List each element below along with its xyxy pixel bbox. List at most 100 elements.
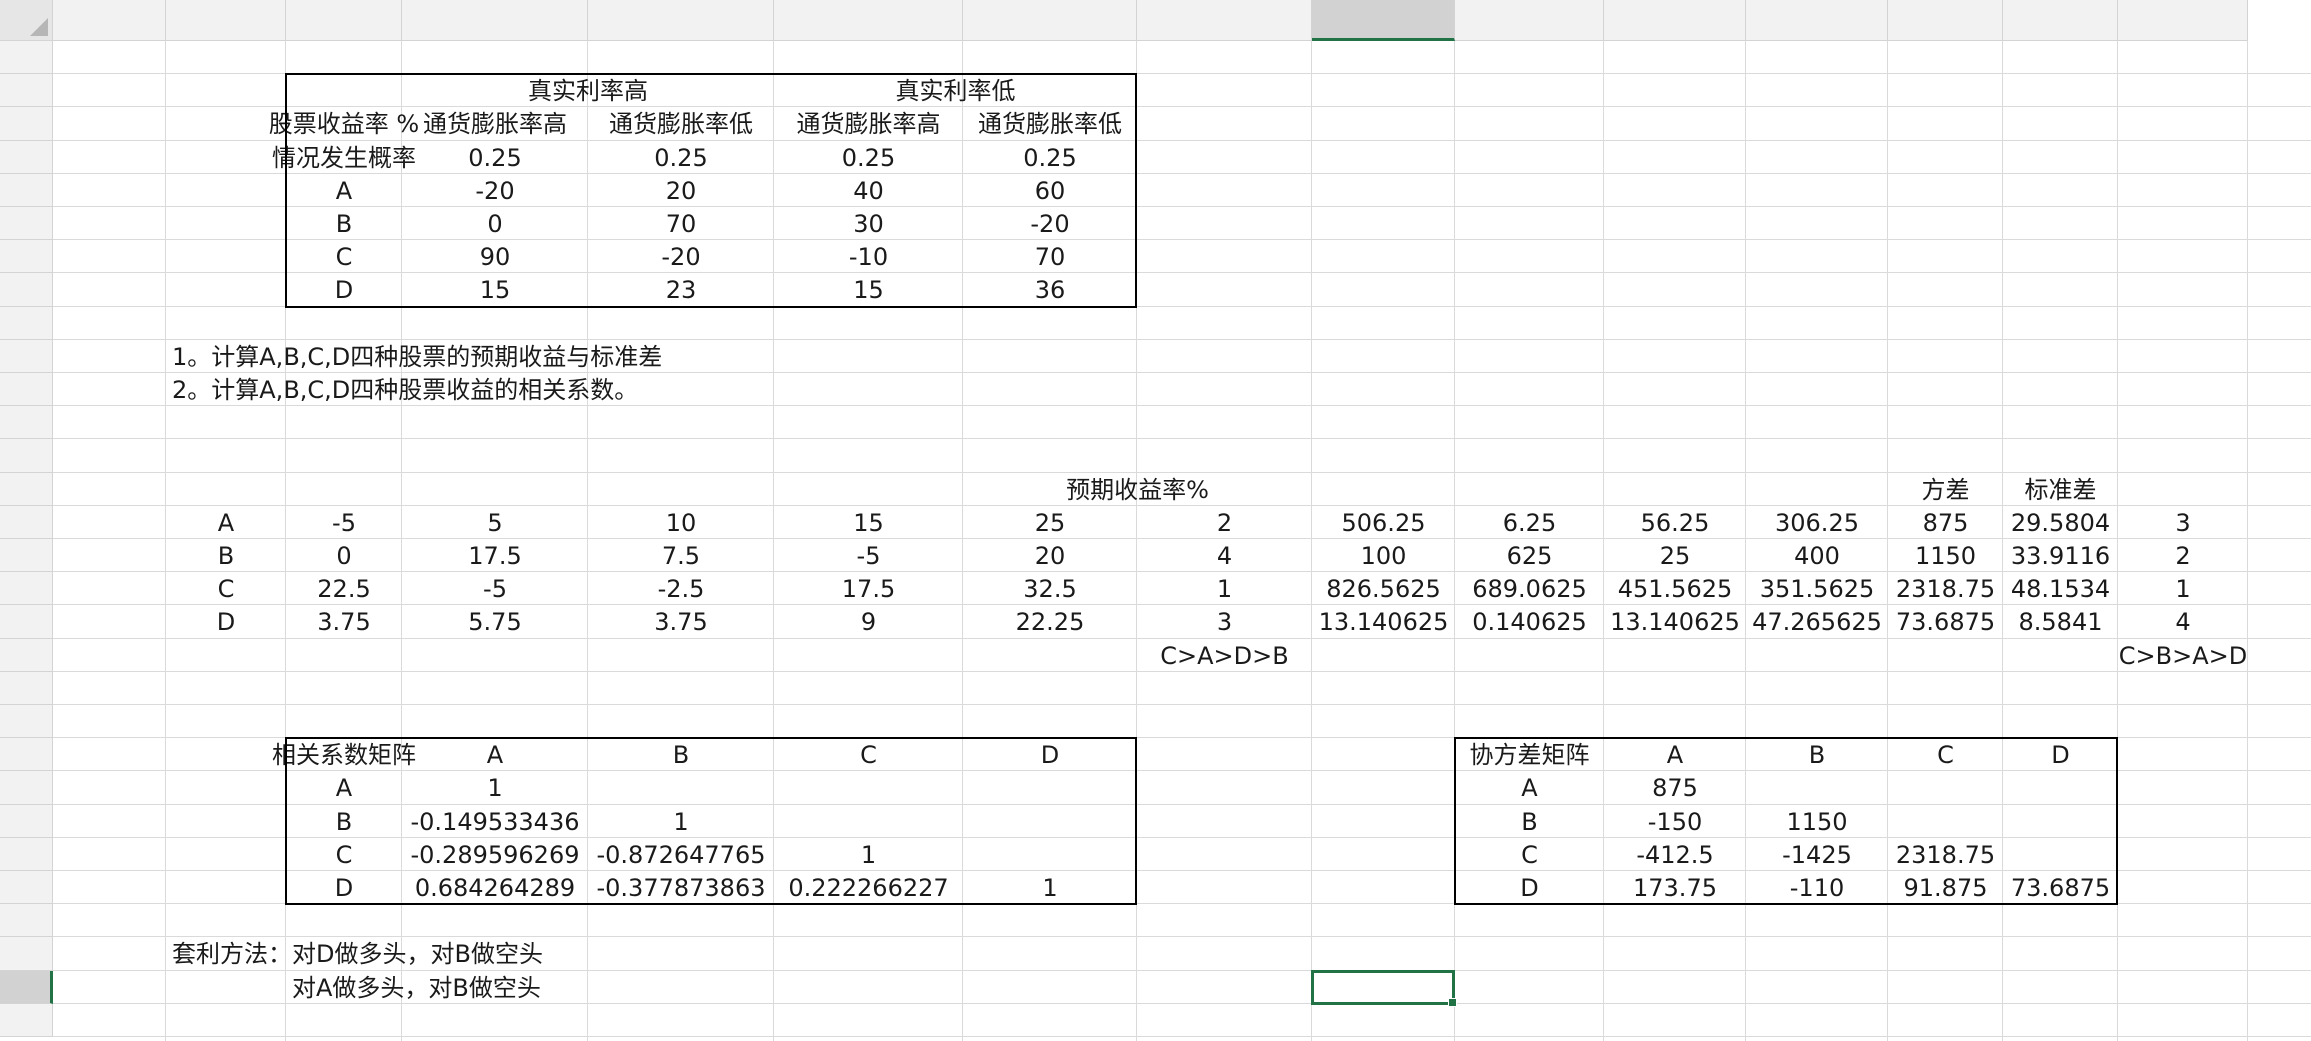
cell-j28[interactable]: C — [1455, 838, 1604, 871]
cell-n21[interactable]: 8.5841 — [2003, 605, 2118, 639]
cell-h18[interactable]: 2 — [1137, 506, 1312, 539]
row-header-30[interactable] — [0, 904, 53, 937]
cell-d11[interactable]: 15 — [402, 273, 588, 307]
column-header-j[interactable] — [1455, 0, 1604, 41]
cell-f20[interactable]: 17.5 — [774, 572, 963, 605]
cell-f7[interactable]: 0.25 — [774, 141, 963, 174]
cell-h19[interactable]: 4 — [1137, 539, 1312, 572]
cell-c7[interactable]: 情况发生概率 — [272, 141, 416, 174]
cell-m25[interactable]: C — [1888, 738, 2003, 771]
cell-d8[interactable]: -20 — [402, 174, 588, 207]
cell-g10[interactable]: 70 — [963, 240, 1137, 273]
row-header-9[interactable] — [0, 207, 53, 240]
cell-b19[interactable]: B — [166, 539, 286, 572]
row-header-22[interactable] — [0, 639, 53, 672]
cell-k25[interactable]: A — [1604, 738, 1746, 771]
cell-e27[interactable]: 1 — [588, 805, 774, 838]
cell-e18[interactable]: 10 — [588, 506, 774, 539]
row-header-14[interactable] — [0, 373, 53, 406]
cell-e21[interactable]: 3.75 — [588, 605, 774, 639]
cell-e6[interactable]: 通货膨胀率低 — [588, 107, 774, 141]
cell-b31[interactable]: 套利方法：对D做多头，对B做空头 — [166, 937, 543, 971]
cell-b20[interactable]: C — [166, 572, 286, 605]
row-header-16[interactable] — [0, 439, 53, 473]
cell-e8[interactable]: 20 — [588, 174, 774, 207]
cell-h21[interactable]: 3 — [1137, 605, 1312, 639]
cell-g18[interactable]: 25 — [963, 506, 1137, 539]
cell-m29[interactable]: 91.875 — [1888, 871, 2003, 904]
column-header-o[interactable] — [2118, 0, 2248, 41]
spreadsheet-grid[interactable]: 真实利率高 真实利率低 股票收益率 % 通货膨胀率高 通货膨胀率低 通货膨胀率高 通货膨胀率… — [0, 0, 2311, 1041]
cell-g17[interactable]: 预期收益率% — [963, 473, 1312, 506]
cell-i20[interactable]: 826.5625 — [1312, 572, 1455, 605]
row-header-6[interactable] — [0, 107, 53, 141]
cell-l18[interactable]: 306.25 — [1746, 506, 1888, 539]
row-header-13[interactable] — [0, 340, 53, 373]
cell-c29[interactable]: D — [286, 871, 402, 904]
cell-c9[interactable]: B — [286, 207, 402, 240]
cell-e28[interactable]: -0.872647765 — [588, 838, 774, 871]
cell-j18[interactable]: 6.25 — [1455, 506, 1604, 539]
cell-d25[interactable]: A — [402, 738, 588, 771]
cell-f28[interactable]: 1 — [774, 838, 963, 871]
cell-d29[interactable]: 0.684264289 — [402, 871, 588, 904]
row-header-10[interactable] — [0, 240, 53, 273]
cell-c11[interactable]: D — [286, 273, 402, 307]
cell-k19[interactable]: 25 — [1604, 539, 1746, 572]
cell-j27[interactable]: B — [1455, 805, 1604, 838]
cell-h22[interactable]: C>A>D>B — [1137, 639, 1312, 672]
row-header-17[interactable] — [0, 473, 53, 506]
cell-d21[interactable]: 5.75 — [402, 605, 588, 639]
cell-m20[interactable]: 2318.75 — [1888, 572, 2003, 605]
cell-e9[interactable]: 70 — [588, 207, 774, 240]
cell-o20[interactable]: 1 — [2118, 572, 2248, 605]
cell-e20[interactable]: -2.5 — [588, 572, 774, 605]
cell-o19[interactable]: 2 — [2118, 539, 2248, 572]
cell-f6[interactable]: 通货膨胀率高 — [774, 107, 963, 141]
cell-n17[interactable]: 标准差 — [2003, 473, 2118, 506]
fill-handle[interactable] — [1448, 998, 1457, 1007]
cell-o18[interactable]: 3 — [2118, 506, 2248, 539]
cell-j29[interactable]: D — [1455, 871, 1604, 904]
cell-f21[interactable]: 9 — [774, 605, 963, 639]
cell-k26[interactable]: 875 — [1604, 771, 1746, 805]
select-all-corner[interactable] — [0, 0, 53, 41]
cell-m28[interactable]: 2318.75 — [1888, 838, 2003, 871]
cell-j20[interactable]: 689.0625 — [1455, 572, 1604, 605]
row-header-20[interactable] — [0, 572, 53, 605]
cell-g19[interactable]: 20 — [963, 539, 1137, 572]
cell-e7[interactable]: 0.25 — [588, 141, 774, 174]
cell-g25[interactable]: D — [963, 738, 1137, 771]
column-header-a[interactable] — [53, 0, 166, 41]
cell-f29[interactable]: 0.222266227 — [774, 871, 963, 904]
cell-k21[interactable]: 13.140625 — [1604, 605, 1746, 639]
cell-d28[interactable]: -0.289596269 — [402, 838, 588, 871]
cell-e25[interactable]: B — [588, 738, 774, 771]
row-header-29[interactable] — [0, 871, 53, 904]
row-header-19[interactable] — [0, 539, 53, 572]
row-header-12[interactable] — [0, 307, 53, 340]
column-header-d[interactable] — [402, 0, 588, 41]
cell-j19[interactable]: 625 — [1455, 539, 1604, 572]
column-header-k[interactable] — [1604, 0, 1746, 41]
row-header-4[interactable] — [0, 41, 53, 74]
cell-e11[interactable]: 23 — [588, 273, 774, 307]
cell-l25[interactable]: B — [1746, 738, 1888, 771]
cell-c21[interactable]: 3.75 — [286, 605, 402, 639]
cell-c6[interactable]: 股票收益率 % — [269, 107, 419, 141]
cell-d27[interactable]: -0.149533436 — [402, 805, 588, 838]
cell-b21[interactable]: D — [166, 605, 286, 639]
column-header-n[interactable] — [2003, 0, 2118, 41]
cell-k27[interactable]: -150 — [1604, 805, 1746, 838]
cell-g21[interactable]: 22.25 — [963, 605, 1137, 639]
cell-e5[interactable]: 真实利率高 — [402, 74, 774, 107]
row-header-5[interactable] — [0, 74, 53, 107]
cell-b13[interactable]: 1。计算A,B,C,D四种股票的预期收益与标准差 — [166, 340, 662, 373]
cell-c18[interactable]: -5 — [286, 506, 402, 539]
cell-c32[interactable]: 对A做多头，对B做空头 — [286, 971, 541, 1004]
cell-d10[interactable]: 90 — [402, 240, 588, 273]
cell-d6[interactable]: 通货膨胀率高 — [402, 107, 588, 141]
cell-c20[interactable]: 22.5 — [286, 572, 402, 605]
cell-d9[interactable]: 0 — [402, 207, 588, 240]
cell-k20[interactable]: 451.5625 — [1604, 572, 1746, 605]
